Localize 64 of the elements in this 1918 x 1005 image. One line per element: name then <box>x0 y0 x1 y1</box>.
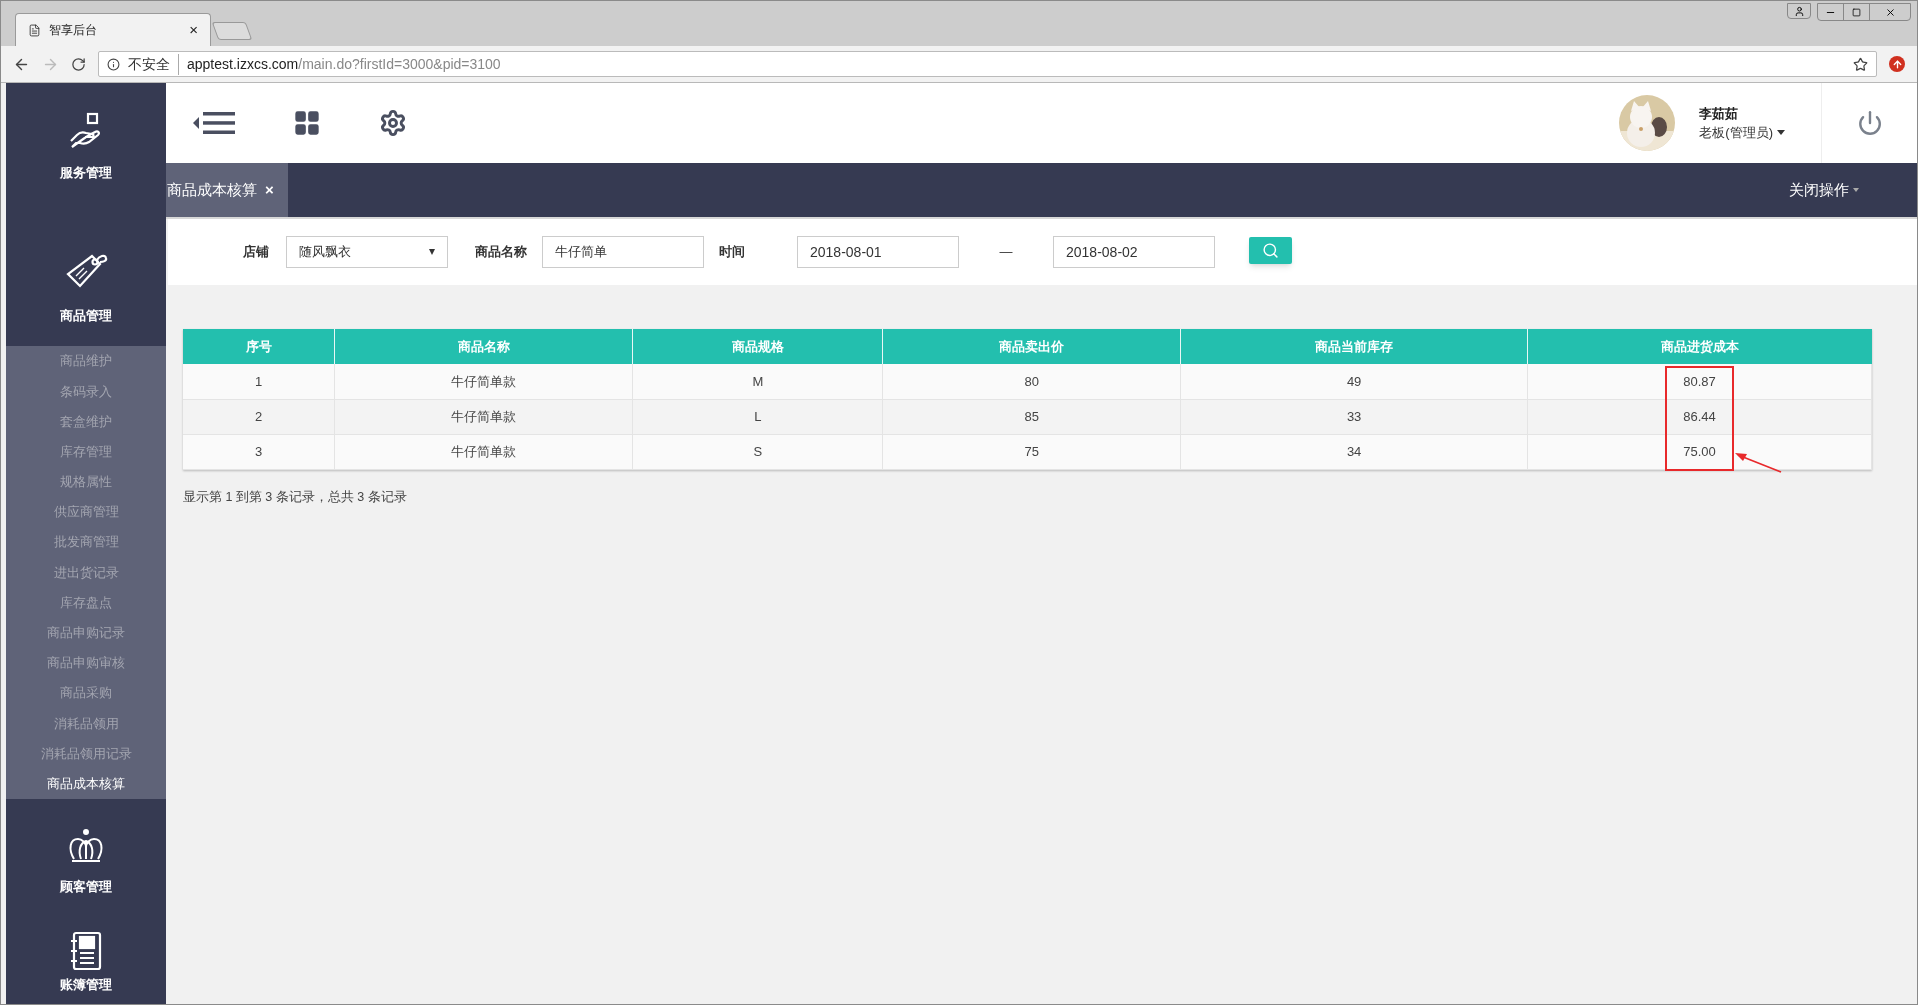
power-icon <box>1856 110 1883 136</box>
table-cell: 2 <box>183 399 335 434</box>
user-icon <box>1793 5 1805 17</box>
table-cell: L <box>632 399 883 434</box>
table-cell: 34 <box>1180 434 1528 469</box>
profile-button[interactable] <box>1787 3 1811 19</box>
extension-icon[interactable] <box>1889 56 1905 72</box>
start-date-field[interactable]: 2018-08-01 <box>797 236 959 268</box>
table-cell: 80.87 <box>1527 364 1872 399</box>
table-cell: 75 <box>882 434 1181 469</box>
tab-title: 智享后台 <box>49 22 98 39</box>
table-cell: 牛仔简单款 <box>334 364 633 399</box>
column-header: 商品进货成本 <box>1527 329 1872 364</box>
table-cell: 33 <box>1180 399 1528 434</box>
time-label: 时间 <box>719 243 745 262</box>
security-label: 不安全 <box>128 53 179 75</box>
sidebar-section[interactable]: 账簿管理 <box>6 926 166 1004</box>
date-separator: — <box>998 243 1014 262</box>
close-operations-dropdown[interactable]: 关闭操作 <box>1789 178 1917 202</box>
table-cell: 3 <box>183 434 335 469</box>
tab-close-icon[interactable]: × <box>265 178 274 202</box>
maximize-icon <box>1852 7 1861 17</box>
info-icon <box>107 57 120 71</box>
collapse-menu-icon[interactable] <box>193 111 235 135</box>
store-label: 店铺 <box>243 243 269 262</box>
sidebar-section[interactable]: 服务管理 <box>6 83 166 211</box>
product-name-label: 商品名称 <box>475 243 527 262</box>
address-field[interactable]: 不安全 apptest.izxcs.com/main.do?firstId=3000&pid=3100 <box>98 51 1877 77</box>
column-header: 商品当前库存 <box>1180 329 1528 364</box>
close-icon <box>1884 6 1896 18</box>
url-text: apptest.izxcs.com/main.do?firstId=3000&pid=3100 <box>187 54 502 74</box>
browser-tab[interactable]: 智享后台 × <box>15 13 211 46</box>
sidebar-section[interactable]: 商品管理 <box>6 211 166 346</box>
product-name-field[interactable]: 牛仔简单 <box>542 236 704 268</box>
pagination-info: 显示第 1 到第 3 条记录，总共 3 条记录 <box>183 488 408 506</box>
end-date-field[interactable]: 2018-08-02 <box>1053 236 1215 268</box>
reload-icon[interactable] <box>71 56 86 72</box>
grid-icon[interactable] <box>293 109 321 137</box>
submenu-item[interactable]: 商品成本核算 <box>6 768 166 799</box>
table-cell: 牛仔简单款 <box>334 434 633 469</box>
table-cell: 86.44 <box>1527 399 1872 434</box>
table-cell: M <box>632 364 883 399</box>
column-header: 商品规格 <box>632 329 883 364</box>
user-name: 李茹茹 <box>1699 104 1740 123</box>
table-cell: 牛仔简单款 <box>334 399 633 434</box>
table-cell: 1 <box>183 364 335 399</box>
store-select[interactable]: 随风飘衣 <box>286 236 448 268</box>
table-cell: S <box>632 434 883 469</box>
tab-close-button[interactable]: × <box>189 18 198 42</box>
search-icon <box>1262 241 1279 259</box>
user-role-dropdown[interactable]: 老板(管理员) <box>1699 123 1785 143</box>
settings-icon[interactable] <box>379 109 407 137</box>
page-icon <box>28 23 41 37</box>
page-tab[interactable]: 商品成本核算 × <box>166 163 288 217</box>
sidebar-section[interactable]: 顾客管理 <box>6 798 166 927</box>
column-header: 序号 <box>183 329 335 364</box>
column-header: 商品名称 <box>334 329 633 364</box>
ledger-book-icon <box>68 930 104 971</box>
table-cell: 85 <box>882 399 1181 434</box>
column-header: 商品卖出价 <box>882 329 1181 364</box>
table-cell: 80 <box>882 364 1181 399</box>
bookmark-star-icon[interactable] <box>1853 56 1868 72</box>
annotation-arrow <box>1734 451 1782 473</box>
table-cell: 49 <box>1180 364 1528 399</box>
